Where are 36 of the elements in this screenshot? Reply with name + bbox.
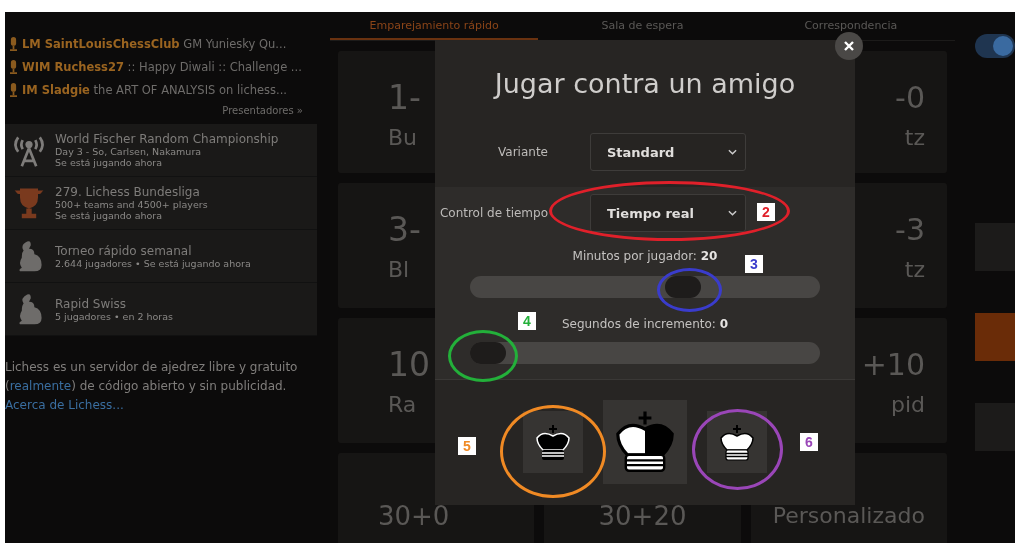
event-status: Se está jugando ahora (55, 210, 164, 221)
pool-time: +10 (861, 346, 925, 384)
pool-name: Ra (388, 392, 417, 417)
event-status: Se está jugando ahora (55, 157, 164, 168)
time-control-label: Control de tiempo (438, 206, 548, 220)
event-title: 279. Lichess Bundesliga (55, 185, 201, 199)
event-subtitle: 2.644 jugadores • Se está jugando ahora (55, 257, 251, 269)
pool-name: tz (904, 125, 925, 150)
pool-time: 3- (388, 211, 421, 249)
pool-name: Bl (388, 257, 410, 282)
event-subtitle: 5 jugadores • en 2 horas (55, 310, 173, 322)
variant-label: Variante (497, 145, 548, 159)
pool-time: Personalizado (772, 502, 925, 530)
annotation-number: 2 (757, 203, 775, 221)
pool-name: pid (890, 392, 925, 417)
slider-label: Segundos de incremento: 0 (561, 317, 729, 332)
pool-name: tz (904, 257, 925, 282)
pool-name: Bu (388, 125, 418, 150)
pool-time: 10 (388, 346, 430, 384)
about-paragraph: Lichess es un servidor de ajedrez libre y gratuito (realmente) de código abierto y sin publicidad. Acerca de Lichess... (5, 359, 299, 414)
event-title: World Fischer Random Championship (55, 132, 279, 146)
pool-time: -3 (895, 211, 925, 249)
pool-time: 30+0 (378, 501, 450, 531)
event-subtitle: Day 3 - So, Carlsen, Nakamura (55, 146, 203, 157)
pool-time: 1- (388, 79, 421, 117)
pool-time: 30+20 (598, 501, 687, 531)
annotation-number: 5 (458, 437, 476, 455)
event-subtitle: 500+ teams and 4500+ players (55, 199, 208, 210)
annotation-number: 3 (745, 255, 763, 273)
annotation-number: 4 (518, 312, 536, 330)
pool-time: -0 (895, 79, 925, 117)
event-title: Rapid Swiss (55, 296, 128, 311)
event-title: Torneo rápido semanal (55, 243, 193, 258)
dialog-title: Jugar contra un amigo (494, 67, 796, 101)
annotation-number: 6 (800, 433, 818, 451)
slider-label: Minutos por jugador: 20 (572, 249, 718, 264)
